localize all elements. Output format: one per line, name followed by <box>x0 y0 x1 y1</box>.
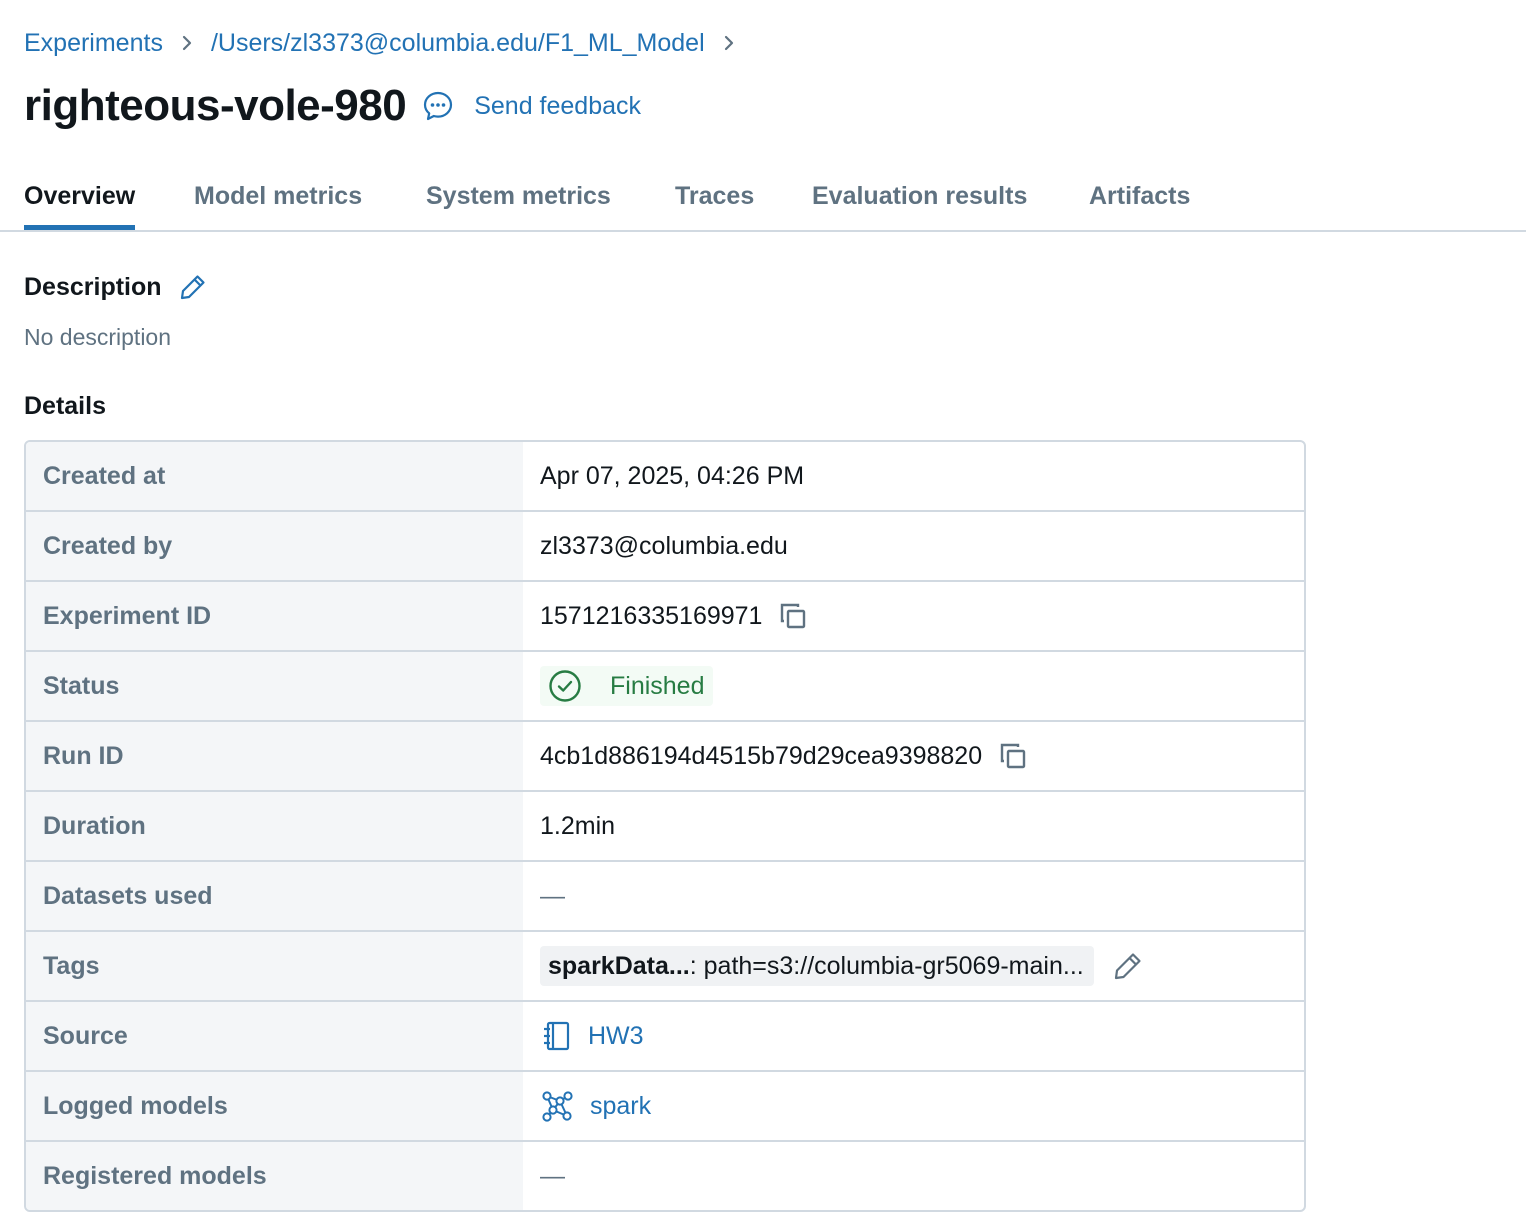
tab-artifacts[interactable]: Artifacts <box>1089 182 1190 228</box>
table-row: Source HW3 <box>26 1002 1304 1072</box>
status-badge: Finished <box>540 666 713 706</box>
run-title: righteous-vole-980 <box>24 81 407 130</box>
created-by-value: zl3373@columbia.edu <box>540 531 788 560</box>
table-row: Tags sparkData... : path=s3://columbia-g… <box>26 932 1304 1002</box>
created-at-value: Apr 07, 2025, 04:26 PM <box>540 461 805 490</box>
run-id-cell: 4cb1d886194d4515b79d29cea9398820 <box>523 722 1304 790</box>
status-cell: Finished <box>523 652 1304 720</box>
tags-cell: sparkData... : path=s3://columbia-gr5069… <box>523 932 1304 1000</box>
table-row: Registered models — <box>26 1142 1304 1210</box>
row-label: Run ID <box>26 722 523 790</box>
row-label: Created by <box>26 512 523 580</box>
table-row: Run ID 4cb1d886194d4515b79d29cea9398820 <box>26 722 1304 792</box>
tab-traces[interactable]: Traces <box>675 182 754 228</box>
send-feedback-link[interactable]: Send feedback <box>422 90 641 122</box>
description-heading: Description <box>24 272 162 301</box>
source-link[interactable]: HW3 <box>588 1022 644 1051</box>
logged-models-cell: spark <box>523 1072 1304 1140</box>
table-row: Logged models spark <box>26 1072 1304 1142</box>
status-label: Finished <box>610 671 705 700</box>
registered-models-value: — <box>540 1161 565 1190</box>
details-heading: Details <box>24 392 106 420</box>
table-row: Duration 1.2min <box>26 792 1304 862</box>
logged-model-link[interactable]: spark <box>590 1092 651 1121</box>
datasets-used-value: — <box>540 881 565 910</box>
source-cell: HW3 <box>523 1002 1304 1070</box>
copy-icon[interactable] <box>778 601 808 631</box>
row-label: Status <box>26 652 523 720</box>
duration-value: 1.2min <box>540 811 616 840</box>
tab-system-metrics[interactable]: System metrics <box>426 182 611 228</box>
pencil-icon[interactable] <box>1112 950 1144 982</box>
table-row: Status Finished <box>26 652 1304 722</box>
table-row: Datasets used — <box>26 862 1304 932</box>
row-label: Source <box>26 1002 523 1070</box>
tab-evaluation-results[interactable]: Evaluation results <box>812 182 1027 228</box>
row-label: Duration <box>26 792 523 860</box>
check-circle-icon <box>548 669 596 703</box>
tag-key: sparkData... <box>548 951 690 980</box>
experiment-id-cell: 1571216335169971 <box>523 582 1304 650</box>
row-label: Logged models <box>26 1072 523 1140</box>
notebook-icon <box>540 1020 572 1052</box>
chevron-right-icon <box>163 33 211 53</box>
breadcrumb-experiment-path-link[interactable]: /Users/zl3373@columbia.edu/F1_ML_Model <box>211 29 705 58</box>
breadcrumb-experiments-link[interactable]: Experiments <box>24 29 163 58</box>
table-row: Created by zl3373@columbia.edu <box>26 512 1304 582</box>
run-page: Experiments /Users/zl3373@columbia.edu/F… <box>0 0 1526 1220</box>
run-id-value: 4cb1d886194d4515b79d29cea9398820 <box>540 741 983 770</box>
table-row: Experiment ID 1571216335169971 <box>26 582 1304 652</box>
copy-icon[interactable] <box>998 741 1028 771</box>
row-label: Datasets used <box>26 862 523 930</box>
breadcrumb: Experiments /Users/zl3373@columbia.edu/F… <box>24 26 753 60</box>
description-heading-row: Description <box>24 268 208 306</box>
tab-overview[interactable]: Overview <box>24 182 136 230</box>
tab-model-metrics[interactable]: Model metrics <box>194 182 362 228</box>
tag-chip[interactable]: sparkData... : path=s3://columbia-gr5069… <box>540 946 1094 986</box>
row-label: Registered models <box>26 1142 523 1210</box>
details-table: Created at Apr 07, 2025, 04:26 PM Create… <box>24 440 1306 1212</box>
chevron-right-icon <box>705 33 753 53</box>
experiment-id-value: 1571216335169971 <box>540 601 763 630</box>
table-row: Created at Apr 07, 2025, 04:26 PM <box>26 442 1304 512</box>
pencil-icon[interactable] <box>178 272 208 302</box>
speech-bubble-icon <box>422 90 464 122</box>
row-label: Created at <box>26 442 523 510</box>
tab-bar: Overview Model metrics System metrics Tr… <box>0 170 1526 232</box>
model-graph-icon <box>540 1089 574 1123</box>
row-label: Tags <box>26 932 523 1000</box>
title-row: righteous-vole-980 Send feedback <box>24 76 641 136</box>
send-feedback-label: Send feedback <box>474 91 642 120</box>
tag-value: : path=s3://columbia-gr5069-main... <box>689 951 1084 980</box>
description-text: No description <box>24 324 172 350</box>
row-label: Experiment ID <box>26 582 523 650</box>
